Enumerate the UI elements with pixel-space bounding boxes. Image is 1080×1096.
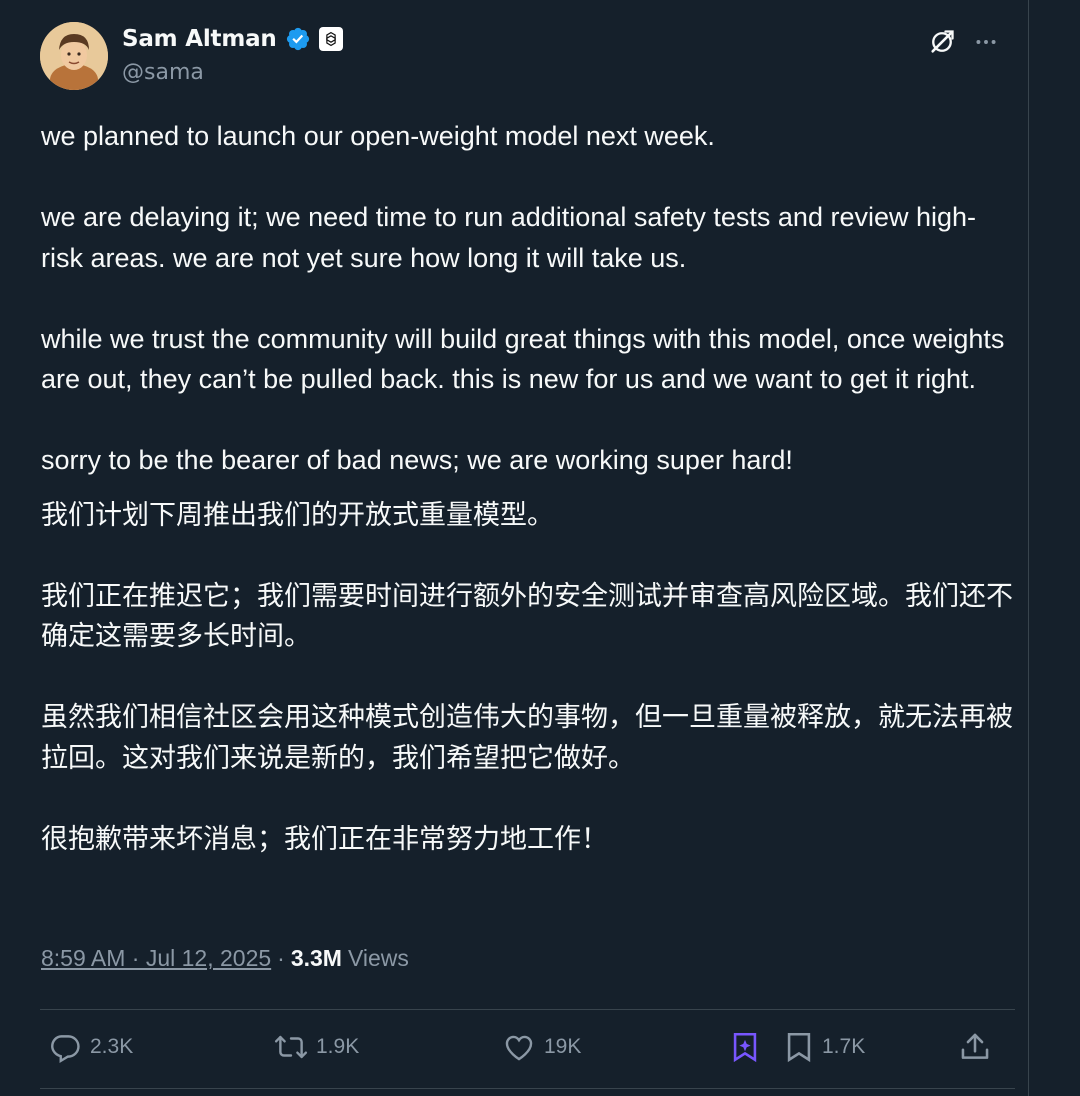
post-paragraph-en-4: sorry to be the bearer of bad news; we a… <box>41 445 793 475</box>
post-header: Sam Altman @sama <box>40 22 1000 90</box>
post-meta: 8:59 AM · Jul 12, 2025 · 3.3M Views <box>41 945 409 972</box>
reply-icon <box>48 1030 82 1064</box>
share-icon <box>958 1030 992 1064</box>
views-count[interactable]: 3.3M <box>291 945 342 972</box>
reply-count: 2.3K <box>90 1035 134 1058</box>
post-paragraph-zh-3: 虽然我们相信社区会用这种模式创造伟大的事物，但一旦重量被释放，就无法再被拉回。这… <box>41 702 1013 773</box>
divider <box>40 1009 1015 1010</box>
grok-analyze-button[interactable] <box>730 1030 760 1064</box>
post-timestamp-link[interactable]: 8:59 AM · Jul 12, 2025 <box>41 945 271 972</box>
views-label: Views <box>347 945 409 971</box>
share-button[interactable] <box>958 1030 992 1064</box>
post-paragraph-zh-4: 很抱歉带来坏消息；我们正在非常努力地工作！ <box>41 823 608 854</box>
author-name-row: Sam Altman <box>122 24 343 54</box>
grok-analyze-icon <box>730 1030 760 1064</box>
openai-logo-icon[interactable] <box>318 27 343 51</box>
avatar[interactable] <box>40 22 108 90</box>
verified-badge-icon[interactable] <box>285 26 311 52</box>
author-handle[interactable]: @sama <box>122 60 204 85</box>
post-paragraph-en-1: we planned to launch our open-weight mod… <box>41 121 715 151</box>
author-name[interactable]: Sam Altman <box>122 26 277 52</box>
repost-count: 1.9K <box>316 1035 360 1058</box>
reply-button[interactable]: 2.3K <box>48 1030 133 1064</box>
like-icon <box>502 1030 536 1064</box>
repost-icon <box>274 1030 308 1064</box>
like-button[interactable]: 19K <box>502 1030 581 1064</box>
post-paragraph-en-3: while we trust the community will build … <box>41 323 1005 395</box>
more-options-icon[interactable] <box>968 24 1004 60</box>
post-column: Sam Altman @sama we planned to launch ou… <box>0 0 1029 1096</box>
post-paragraph-en-2: we are delaying it; we need time to run … <box>41 202 977 273</box>
post-paragraph-zh-1: 我们计划下周推出我们的开放式重量模型。 <box>41 499 554 530</box>
meta-separator: · <box>277 945 285 971</box>
post-text: we planned to launch our open-weight mod… <box>41 116 1016 859</box>
like-count: 19K <box>544 1035 582 1058</box>
bookmark-button[interactable]: 1.7K <box>784 1030 865 1064</box>
bottom-divider <box>40 1088 1015 1089</box>
grok-icon[interactable] <box>924 24 960 60</box>
bookmark-count: 1.7K <box>822 1035 866 1058</box>
bookmark-icon <box>784 1030 814 1064</box>
action-bar: 2.3K 1.9K 19K 1.7K <box>40 1012 1015 1086</box>
post-paragraph-zh-2: 我们正在推迟它；我们需要时间进行额外的安全测试并审查高风险区域。我们还不确定这需… <box>41 580 1013 652</box>
repost-button[interactable]: 1.9K <box>274 1030 359 1064</box>
